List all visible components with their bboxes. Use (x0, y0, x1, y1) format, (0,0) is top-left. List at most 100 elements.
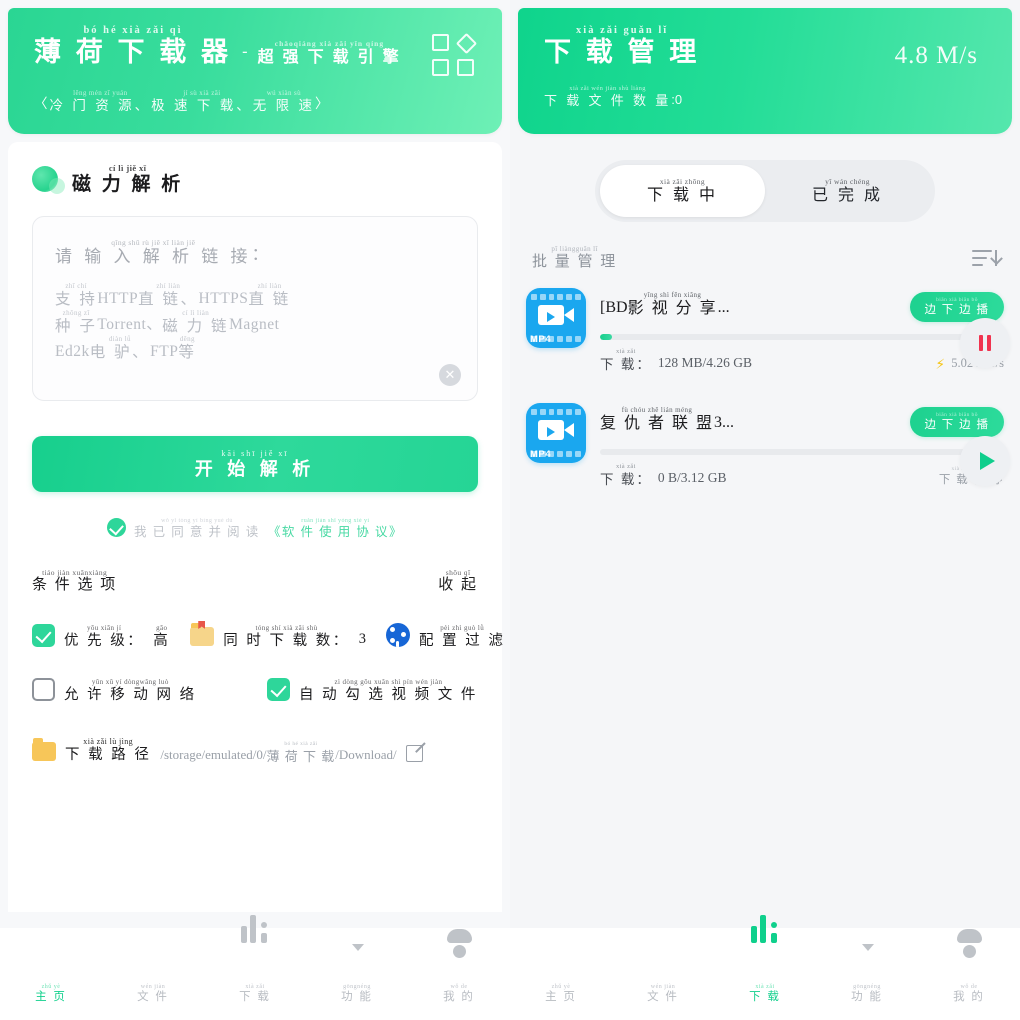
total-speed: 4.8 M/s (894, 42, 978, 69)
file-name-ellipsis: 3... (714, 414, 735, 431)
link-input[interactable]: qǐng shū rù jiě xī liàn jiē 请 输 入 解 析 链 … (32, 215, 478, 401)
sort-icon[interactable] (972, 248, 998, 270)
file-name-pinyin: fù chóu zhě lián méng (621, 406, 693, 414)
edit-icon[interactable] (405, 744, 423, 762)
file-name-text: 复 仇 者 联 盟 (600, 415, 715, 432)
mobile-network-label: 允 许 移 动 网 络 (64, 686, 197, 703)
nav-home-pinyin: zhǔ yè (551, 983, 571, 990)
chat-icon (839, 945, 882, 977)
checkbox-priority[interactable] (32, 624, 55, 647)
tagline-open-bracket: 〈 (34, 96, 50, 111)
agreement-checkbox[interactable] (107, 517, 127, 537)
download-icon (240, 914, 270, 977)
configure-filter-option[interactable]: pèi zhì guò lǜ 配 置 过 滤 (386, 623, 505, 648)
tagline-text-1: 冷 门 资 源、 (49, 97, 152, 113)
nav-item-features[interactable]: gōngnéng 功 能 (306, 945, 408, 1004)
progress-bar (600, 334, 1004, 340)
app-title: bó hé xià zǎi qì 薄 荷 下 载 器 - chāoqiáng x… (34, 25, 480, 66)
protocol-line: zhī chí 支 持 HTTP zhí liàn 直 链、 HTTPS zhí l… (55, 283, 455, 308)
download-size-value: 0 B/3.12 GB (657, 470, 727, 485)
filter-pinyin: pèi zhì guò lǜ (440, 623, 485, 632)
resume-all-button[interactable] (960, 436, 1010, 486)
section-title-pinyin: cí lì jiě xī (108, 163, 147, 173)
agreement-pinyin: wǒ yǐ tóng yì bìng yuè dú (161, 518, 233, 524)
nav-downloads-label: 下 载 (749, 990, 781, 1003)
nav-item-home[interactable]: zhǔ yè 主 页 (510, 945, 612, 1004)
nav-item-files[interactable]: wén jiàn 文 件 (612, 945, 714, 1004)
download-list-item[interactable]: MP4 fù chóu zhě lián méng 复 仇 者 联 盟 3... … (526, 403, 1004, 486)
download-label: 下 载： (600, 471, 652, 487)
path-folder-pinyin: bó hé xià zǎi (284, 741, 318, 747)
link-placeholder-text: 请 输 入 解 析 链 接 (55, 247, 252, 266)
download-size-info: xià zǎi 下 载： 128 MB/4.26 GB (600, 348, 752, 371)
tab-completed-label: 已 完 成 (811, 186, 883, 204)
nav-downloads-pinyin: xià zǎi (245, 983, 265, 990)
nav-downloads-pinyin: xià zǎi (755, 983, 775, 990)
nav-item-home[interactable]: zhǔ yè 主 页 (0, 945, 102, 1004)
collapse-options-button[interactable]: shōu qǐ 收 起 (438, 568, 478, 594)
nav-item-downloads[interactable]: xià zǎi 下 载 (714, 914, 816, 1004)
priority-pinyin: yōu xiān jí (86, 623, 122, 632)
chat-icon (329, 945, 372, 977)
concurrent-pinyin: tóng shí xià zǎi shù (255, 623, 318, 632)
download-file-count: xià zǎi wén jiàn shù liàng 下 载 文 件 数 量 :0 (544, 85, 990, 108)
agreement-row[interactable]: wǒ yǐ tóng yì bìng yuè dú 我 已 同 意 并 阅 读 r… (32, 517, 478, 539)
nav-item-profile[interactable]: wǒ de 我 的 (918, 945, 1020, 1004)
home-icon (36, 945, 66, 977)
grid-icon[interactable] (432, 32, 478, 76)
left-panel-home: bó hé xià zǎi qì 薄 荷 下 载 器 - chāoqiáng x… (0, 0, 510, 1020)
concurrent-downloads-option[interactable]: tóng shí xià zǎi shù 同 时 下 载 数： 3 (190, 623, 366, 649)
download-path-row[interactable]: xià zǎi lù jìng 下 载 路 径 /storage/emulated… (32, 737, 478, 763)
nav-files-label: 文 件 (137, 990, 169, 1003)
checkbox-mobile-network[interactable] (32, 678, 55, 701)
tagline-pinyin-1: lěng mén zī yuán (73, 88, 128, 97)
protocol-text-2: 电 驴、 (89, 344, 151, 361)
options-header: tiáo jiàn xuǎnxiàng 条 件 选 项 shōu qǐ 收 起 (32, 568, 478, 594)
stream-while-downloading-button[interactable]: biān xià biān bō 边 下 边 播 (910, 407, 1004, 437)
nav-profile-label: 我 的 (443, 990, 475, 1003)
priority-value-pinyin: gāo (156, 623, 168, 632)
protocol-pinyin: zhǒng zǐ (62, 308, 90, 317)
tab-downloading[interactable]: xià zǎi zhōng 下 载 中 (600, 165, 765, 217)
path-prefix: /storage/emulated/0/ (160, 746, 267, 762)
allow-mobile-network-option[interactable]: yǔn xǔ yí dòngwǎng luò 允 许 移 动 网 络 (32, 678, 267, 702)
auto-select-video-option[interactable]: zì dòng gōu xuǎn shì pín wén jiàn 自 动 勾 选… (267, 678, 478, 702)
stream-button-pinyin: biān xià biān bō (936, 296, 978, 303)
nav-features-label: 功 能 (341, 990, 373, 1003)
tab-downloading-pinyin: xià zǎi zhōng (659, 177, 706, 187)
pause-all-button[interactable] (960, 318, 1010, 368)
priority-option[interactable]: yōu xiān jí 优 先 级： gāo 高 (32, 624, 170, 648)
batch-manage-button[interactable]: pī liàngguǎn lǐ 批 量 管 理 (532, 246, 617, 270)
agreement-link[interactable]: ruǎn jiàn shǐ yòng xié yì 《软 件 使 用 协 议》 (268, 518, 403, 539)
checkbox-auto-select-video[interactable] (267, 678, 290, 701)
options-row-2: yǔn xǔ yí dòngwǎng luò 允 许 移 动 网 络 zì dòn… (32, 678, 478, 702)
video-file-icon: MP4 (526, 288, 586, 348)
protocol-pinyin-3: děng (179, 335, 195, 343)
protocol-text-3: 直 链 (248, 291, 291, 308)
file-count-label: 下 载 文 件 数 量 (544, 93, 672, 108)
nav-item-downloads[interactable]: xià zǎi 下 载 (204, 914, 306, 1004)
download-list-item[interactable]: MP4 [BD yǐng shì fēn xiǎng 影 视 分 享 ... bi… (526, 288, 1004, 371)
nav-profile-pinyin: wǒ de (960, 983, 978, 990)
nav-features-pinyin: gōngnéng (343, 983, 371, 990)
start-parse-button[interactable]: kāi shī jiě xī 开 始 解 析 (32, 435, 478, 492)
nav-item-files[interactable]: wén jiàn 文 件 (102, 945, 204, 1004)
nav-home-label: 主 页 (35, 990, 67, 1003)
tagline-text-3: 无 限 速 (252, 97, 315, 113)
tab-downloading-label: 下 载 中 (646, 186, 718, 204)
tagline-pinyin-3: wú xiàn sù (266, 88, 302, 97)
nav-profile-pinyin: wǒ de (450, 983, 468, 990)
tab-completed[interactable]: yǐ wán chéng 已 完 成 (765, 165, 930, 217)
close-icon[interactable]: ✕ (439, 363, 461, 386)
nav-item-profile[interactable]: wǒ de 我 的 (408, 945, 510, 1004)
progress-bar (600, 449, 1004, 455)
path-label: 下 载 路 径 (65, 747, 152, 763)
pause-icon (979, 335, 991, 351)
app-subtitle-pinyin: chāoqiáng xià zǎi yǐn qíng (274, 39, 385, 48)
nav-item-features[interactable]: gōngnéng 功 能 (816, 945, 918, 1004)
app-title-pinyin: bó hé xià zǎi qì (83, 25, 183, 36)
nav-profile-label: 我 的 (953, 990, 985, 1003)
download-file-name: fù chóu zhě lián méng 复 仇 者 联 盟 3... (600, 407, 734, 432)
download-file-name: [BD yǐng shì fēn xiǎng 影 视 分 享 ... (600, 292, 730, 317)
concurrent-value: 3 (358, 631, 366, 647)
